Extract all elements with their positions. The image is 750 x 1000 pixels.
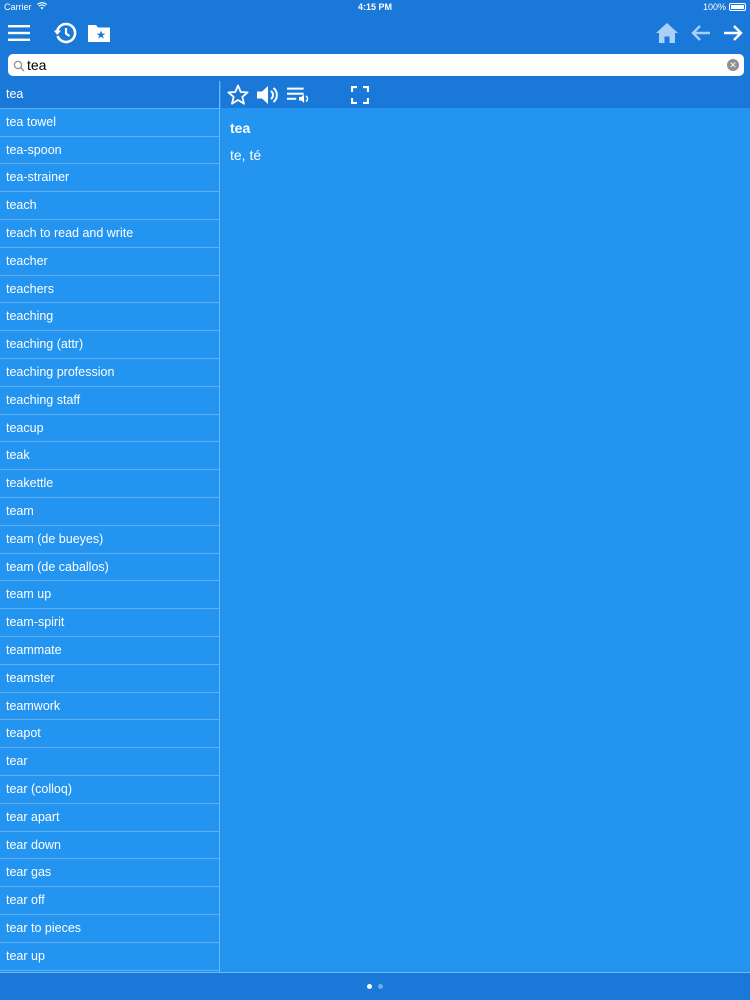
word-list-item[interactable]: teach [0,192,219,220]
word-list-item[interactable]: team up [0,581,219,610]
word-list-item[interactable]: teach to read and write [0,220,219,248]
word-list-item[interactable]: teaching profession [0,359,219,387]
battery-icon [729,3,746,11]
word-list-item[interactable]: teamwork [0,693,219,721]
word-list-item[interactable]: tea-spoon [0,137,219,165]
home-icon[interactable] [652,18,682,48]
word-list-item[interactable]: teaching (attr) [0,331,219,359]
detail-pane: tea te, té [221,81,750,972]
word-list: tea tea towel tea-spoon tea-strainer teach te… [0,81,220,972]
search-icon [13,59,25,72]
word-list-item[interactable]: tear gas [0,859,219,888]
word-list-item[interactable]: team (de bueyes) [0,526,219,554]
page-indicator [0,972,750,1000]
star-icon[interactable] [226,83,250,107]
word-list-item[interactable]: teakettle [0,470,219,498]
list-audio-icon[interactable] [287,83,311,107]
back-arrow-icon[interactable] [686,18,716,48]
clear-icon[interactable]: ✕ [727,59,739,71]
word-list-item[interactable]: teacher [0,248,219,276]
word-list-item[interactable]: teammate [0,637,219,665]
fullscreen-icon[interactable] [348,83,372,107]
search-bar: ✕ [0,52,750,81]
battery-percent: 100% [702,2,726,12]
forward-arrow-icon[interactable] [718,18,748,48]
word-list-item[interactable]: teacup [0,415,219,443]
speaker-icon[interactable] [255,83,279,107]
word-list-item[interactable]: tea towel [0,109,219,137]
word-list-item[interactable]: tear (colloq) [0,776,219,804]
word-list-item[interactable]: teachers [0,276,219,304]
headword: tea [230,120,251,136]
word-list-item[interactable]: tear off [0,887,219,915]
word-list-item[interactable]: tear up [0,943,219,971]
word-list-item[interactable]: team (de caballos) [0,554,219,582]
translation: te, té [230,147,262,163]
word-list-item[interactable]: teaching staff [0,387,219,415]
search-input[interactable] [27,55,717,75]
word-list-item[interactable]: team-spirit [0,609,219,637]
favorites-folder-icon[interactable] [84,18,114,48]
page-dot[interactable] [378,984,383,989]
word-list-item[interactable]: teamster [0,665,219,693]
top-toolbar [0,14,750,52]
clock: 4:15 PM [357,2,392,12]
word-list-item[interactable]: teapot [0,720,219,749]
word-list-item[interactable]: teak [0,442,219,471]
word-list-item[interactable]: tea [0,81,219,109]
word-list-item[interactable]: tear down [0,832,219,860]
page-dot-active[interactable] [367,984,372,989]
word-list-item[interactable]: team [0,498,219,526]
menu-icon[interactable] [4,18,34,48]
status-bar: Carrier 4:15 PM 100% [0,0,750,14]
word-list-item[interactable]: teaching [0,303,219,332]
word-list-item[interactable]: tear [0,748,219,776]
history-icon[interactable] [50,18,80,48]
word-list-item[interactable]: tea-strainer [0,164,219,193]
detail-toolbar [221,81,750,108]
word-list-item[interactable]: tear apart [0,804,219,832]
search-box[interactable]: ✕ [8,54,744,76]
word-list-item[interactable]: tear to pieces [0,915,219,943]
